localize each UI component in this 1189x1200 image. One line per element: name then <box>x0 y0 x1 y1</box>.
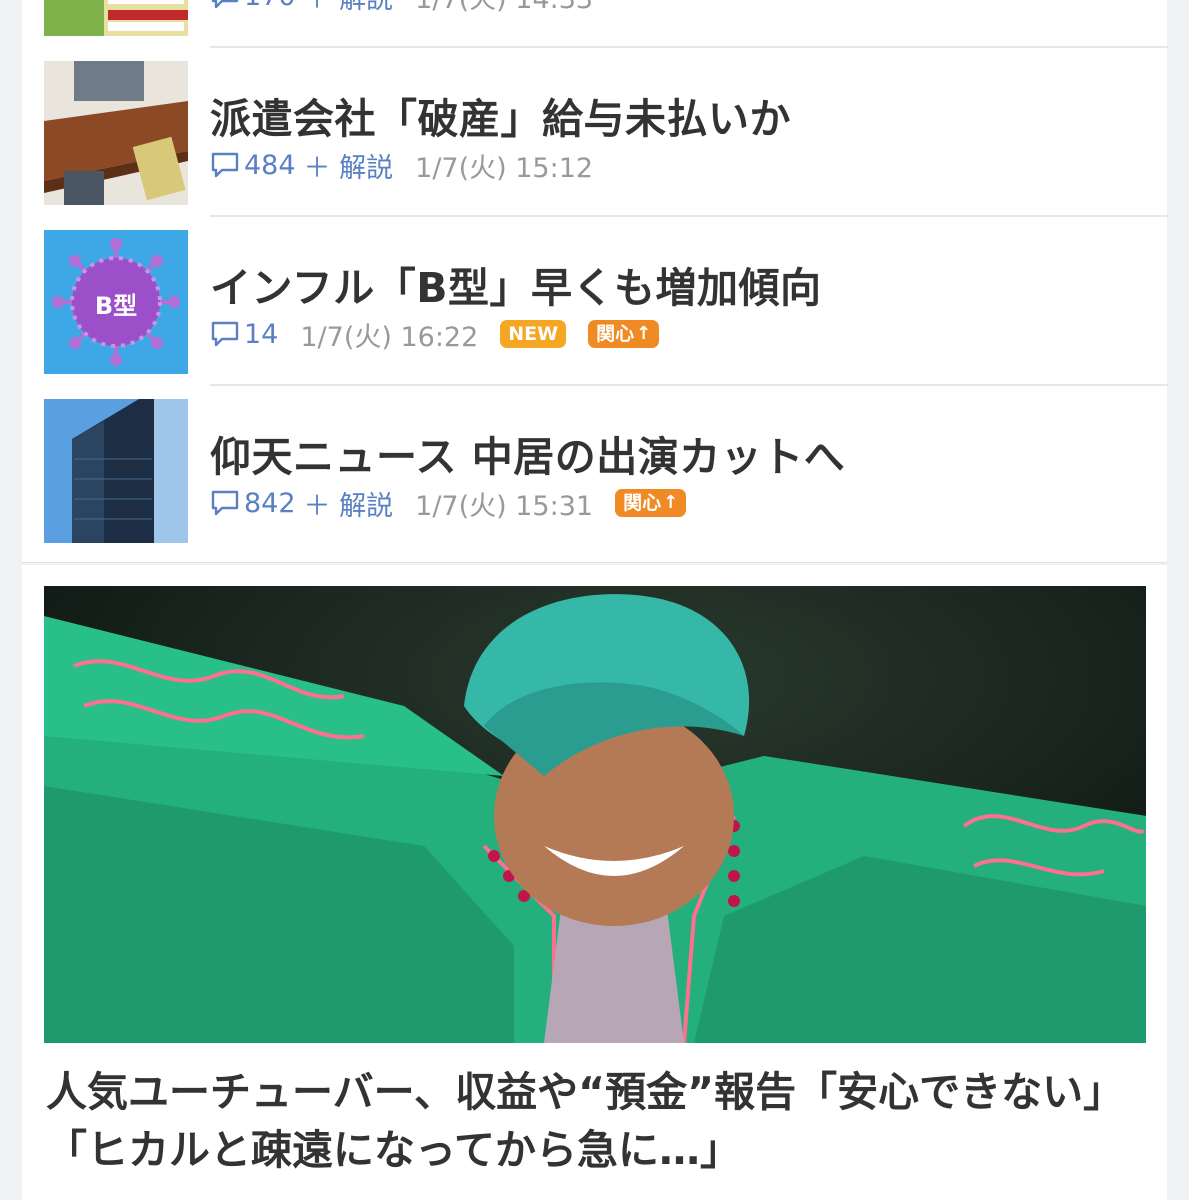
divider <box>210 384 1168 386</box>
comment-link[interactable]: 170 ＋ 解説 <box>210 0 393 16</box>
news-date: 1/7(火) 14:33 <box>415 0 593 16</box>
news-thumbnail[interactable]: B型 <box>44 230 188 374</box>
comment-link[interactable]: 484 ＋ 解説 <box>210 146 393 185</box>
comment-link[interactable]: 842 ＋ 解説 <box>210 484 393 523</box>
comment-bubble-icon <box>211 490 239 516</box>
comment-count: 484 <box>244 149 296 181</box>
news-body: 170 ＋ 解説 1/7(火) 14:33 <box>210 0 1146 36</box>
feature-article[interactable]: 人気ユーチューバー、収益や“預金”報告「安心できない」「ヒカルと疎遠になってから… <box>22 565 1167 1200</box>
news-thumbnail[interactable] <box>44 399 188 543</box>
up-arrow-icon: ↑ <box>663 492 679 513</box>
kanshin-badge-label: 関心 <box>623 492 662 514</box>
news-date: 1/7(火) 15:12 <box>415 152 594 184</box>
news-thumbnail[interactable] <box>44 61 188 205</box>
new-badge: NEW <box>500 320 567 348</box>
feature-title[interactable]: 人気ユーチューバー、収益や“預金”報告「安心できない」「ヒカルと疎遠になってから… <box>46 1063 1126 1179</box>
news-title[interactable]: 派遣会社「破産」給与未払いか <box>210 85 791 145</box>
news-date: 1/7(火) 16:22 <box>300 321 479 353</box>
news-item[interactable]: B型 インフル「B型」早くも増加傾向 14 1/7(火) 16:22 NEW 関… <box>44 230 1146 374</box>
news-meta: 842 ＋ 解説 1/7(火) 15:31 関心 ↑ <box>210 484 687 523</box>
kanshin-badge: 関心 ↑ <box>588 320 660 348</box>
divider <box>210 46 1168 48</box>
news-meta: 484 ＋ 解説 1/7(火) 15:12 <box>210 146 594 185</box>
comment-extra: ＋ 解説 <box>304 0 394 16</box>
comment-count: 842 <box>244 487 296 519</box>
comment-count: 170 <box>244 0 296 12</box>
news-list-card: 170 ＋ 解説 1/7(火) 14:33 派遣会社「破産」給与未払いか <box>22 0 1168 563</box>
news-title[interactable]: 仰天ニュース 中居の出演カットへ <box>210 423 845 483</box>
comment-extra: ＋ 解説 <box>303 152 394 184</box>
kanshin-badge-label: 関心 <box>596 323 635 345</box>
news-meta: 14 1/7(火) 16:22 NEW 関心 ↑ <box>210 316 660 353</box>
news-date: 1/7(火) 15:31 <box>415 490 594 522</box>
news-thumbnail[interactable] <box>44 0 188 36</box>
divider <box>210 215 1168 217</box>
news-title[interactable]: インフル「B型」早くも増加傾向 <box>210 254 822 314</box>
thumb-label: B型 <box>94 292 138 320</box>
kanshin-badge: 関心 ↑ <box>615 489 687 517</box>
feature-photo[interactable] <box>44 586 1146 1043</box>
news-item[interactable]: 170 ＋ 解説 1/7(火) 14:33 <box>44 0 1146 36</box>
comment-bubble-icon <box>211 321 239 347</box>
news-body: インフル「B型」早くも増加傾向 14 1/7(火) 16:22 NEW 関心 ↑ <box>210 230 1146 374</box>
comment-bubble-icon <box>211 152 239 178</box>
comment-count: 14 <box>244 318 279 350</box>
up-arrow-icon: ↑ <box>636 323 652 344</box>
news-body: 派遣会社「破産」給与未払いか 484 ＋ 解説 1/7(火) 15:12 <box>210 61 1146 205</box>
news-body: 仰天ニュース 中居の出演カットへ 842 ＋ 解説 1/7(火) 15:31 関… <box>210 399 1146 543</box>
news-item[interactable]: 派遣会社「破産」給与未払いか 484 ＋ 解説 1/7(火) 15:12 <box>44 61 1146 205</box>
comment-extra: ＋ 解説 <box>303 490 394 522</box>
news-meta: 170 ＋ 解説 1/7(火) 14:33 <box>210 0 593 16</box>
comment-bubble-icon <box>211 0 239 9</box>
news-item[interactable]: 仰天ニュース 中居の出演カットへ 842 ＋ 解説 1/7(火) 15:31 関… <box>44 399 1146 543</box>
comment-link[interactable]: 14 <box>210 319 278 350</box>
